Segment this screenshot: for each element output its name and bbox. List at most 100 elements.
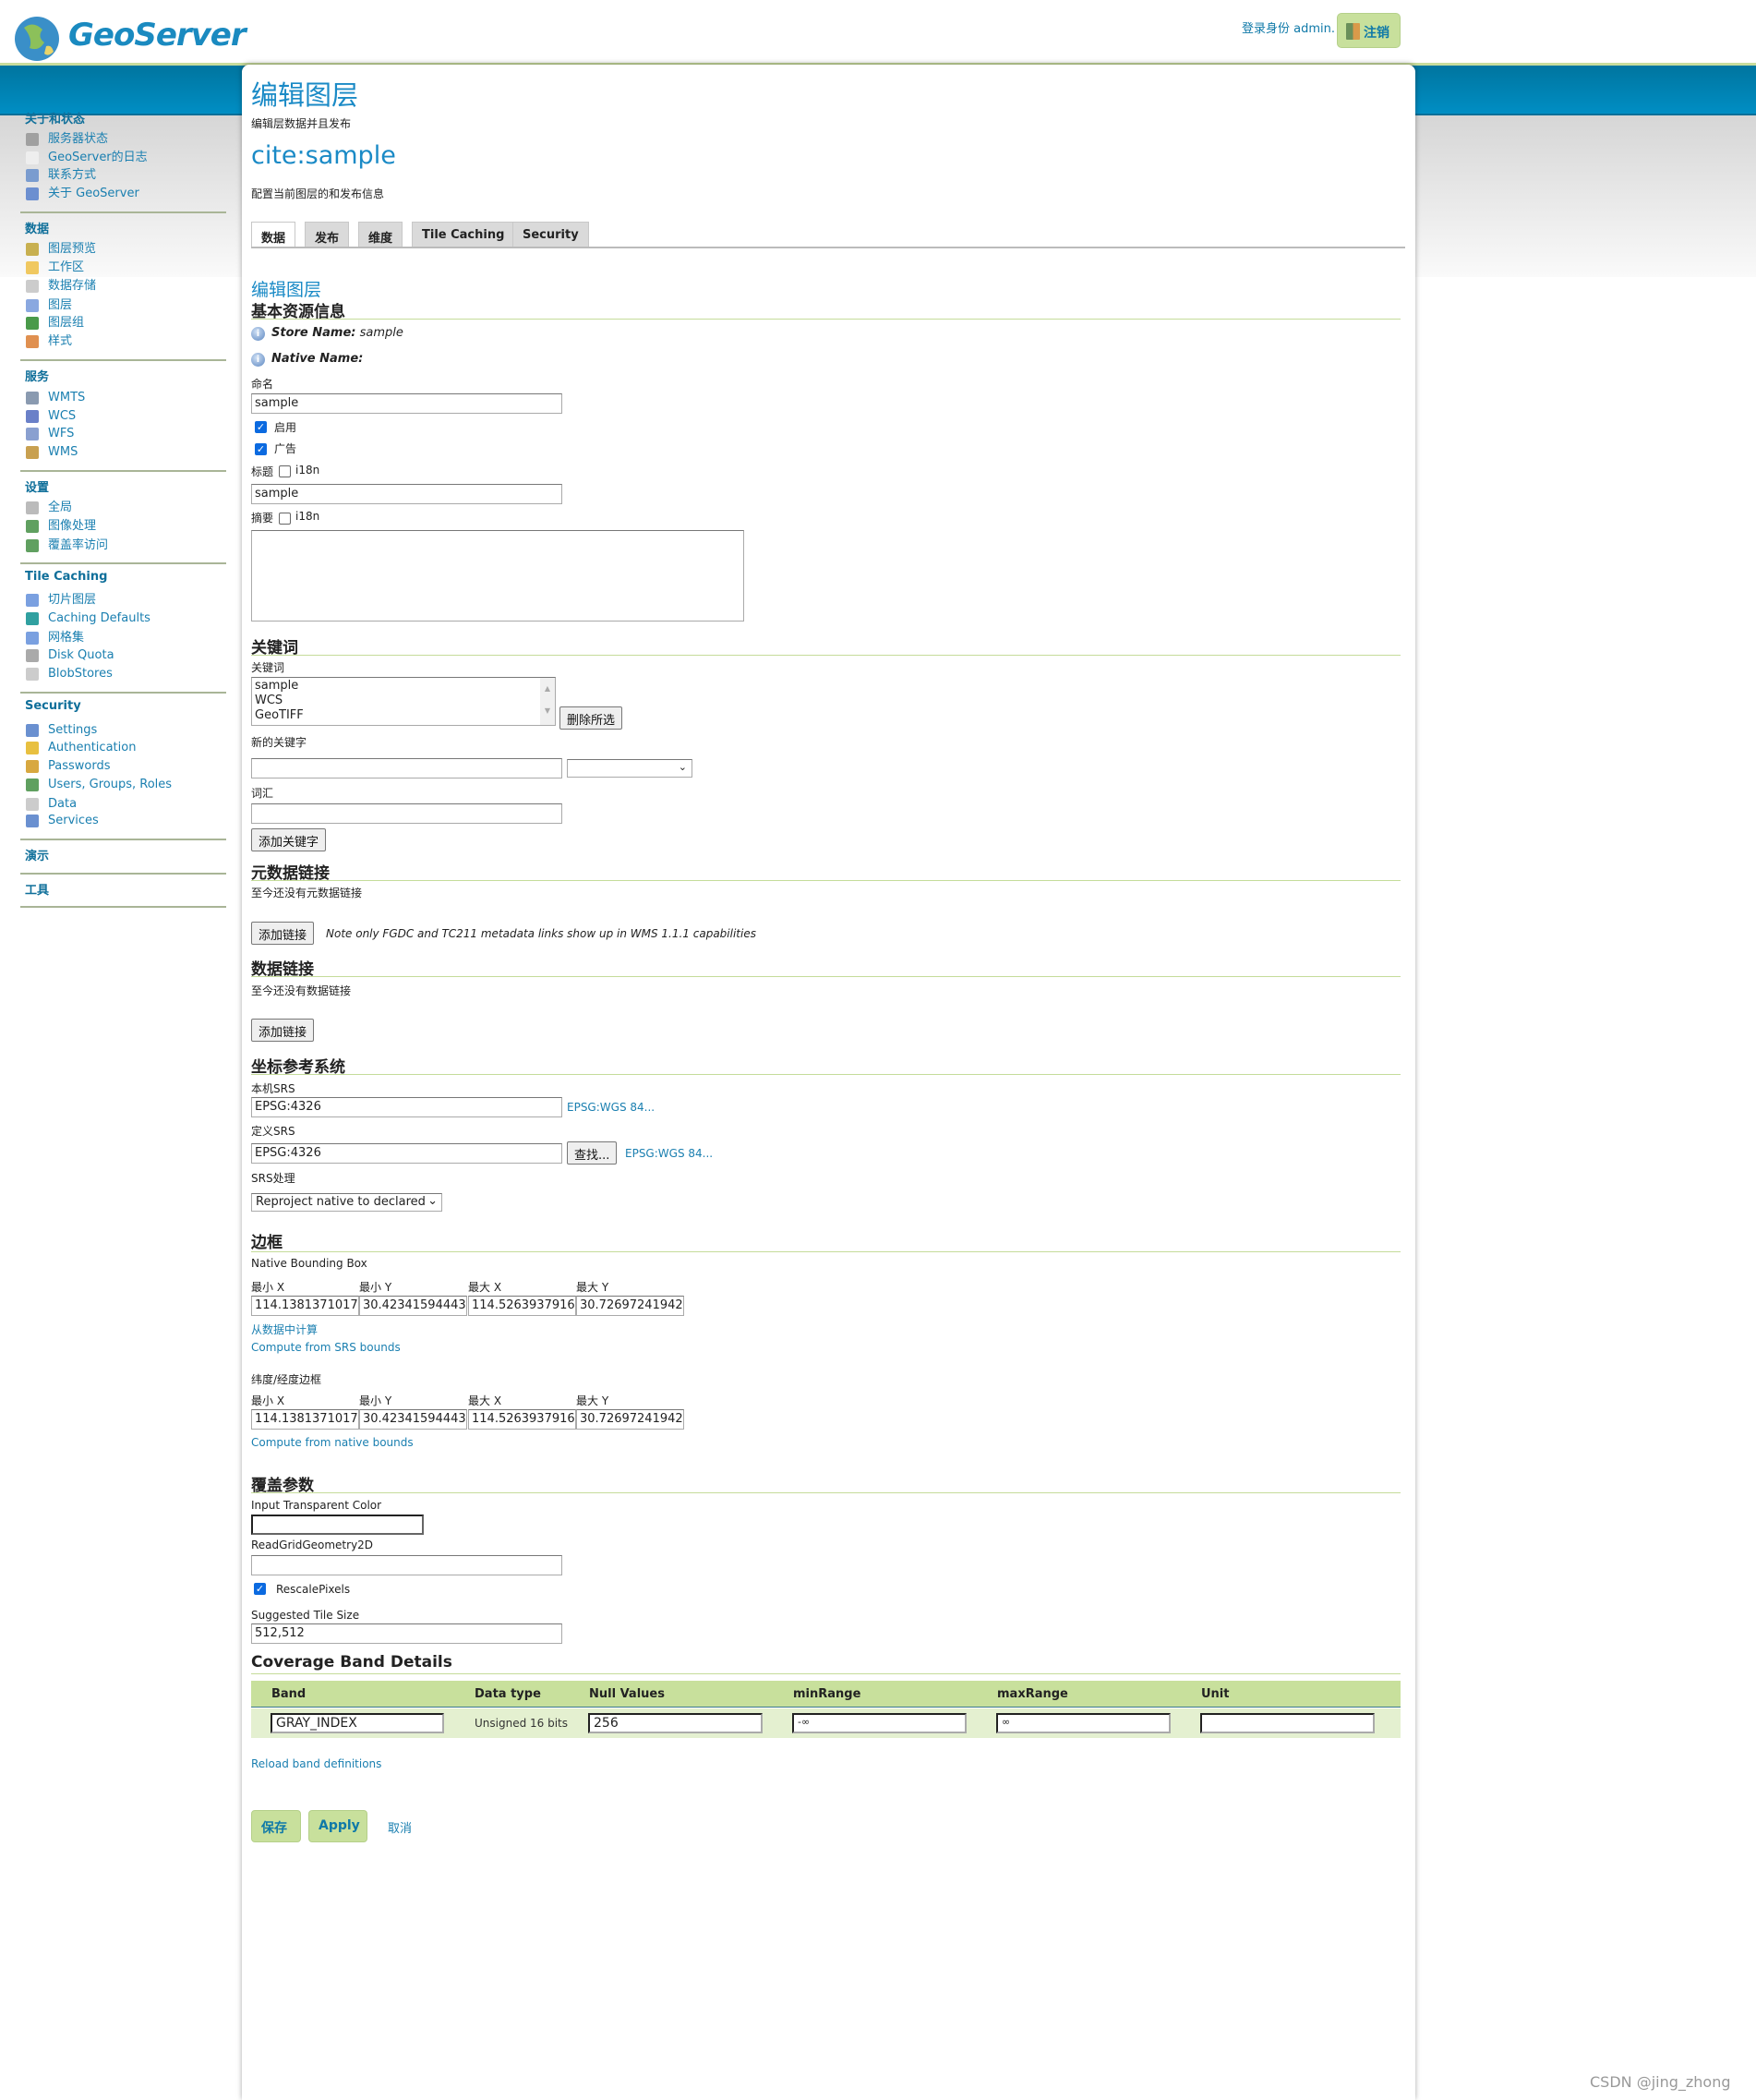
abstract-i18n-checkbox[interactable] (279, 513, 291, 525)
name-label: 命名 (251, 378, 274, 391)
top-header (0, 0, 1756, 63)
tab-security[interactable]: Security (512, 222, 589, 247)
sidebar-item[interactable]: 图像处理 (48, 519, 96, 534)
sidebar-item[interactable]: 工作区 (48, 260, 84, 275)
enabled-checkbox[interactable]: ✓ (255, 421, 267, 433)
band-name-input[interactable]: GRAY_INDEX (271, 1713, 444, 1733)
declared-srs-link[interactable]: EPSG:WGS 84... (625, 1147, 713, 1160)
native-srs-link[interactable]: EPSG:WGS 84... (567, 1101, 655, 1114)
sidebar-item-icon (26, 778, 39, 791)
sidebar-item[interactable]: WMTS (48, 391, 85, 405)
apply-button[interactable]: Apply (308, 1810, 367, 1842)
abstract-textarea[interactable] (251, 530, 744, 622)
tab-publishing[interactable]: 发布 (305, 222, 350, 247)
title-i18n-checkbox[interactable] (279, 465, 291, 477)
srs-handling-select[interactable]: Reproject native to declared ⌄ (251, 1193, 442, 1212)
sidebar-item[interactable]: 图层预览 (48, 242, 96, 257)
sidebar-item[interactable]: 数据存储 (48, 279, 96, 294)
cancel-link[interactable]: 取消 (388, 1818, 412, 1836)
sidebar-item[interactable]: 样式 (48, 334, 72, 349)
sidebar-item[interactable]: Authentication (48, 741, 136, 755)
logout-button[interactable]: 注销 (1337, 13, 1401, 48)
bbox-value-input[interactable]: 114.52639379166 (468, 1296, 576, 1316)
rescale-pixels-checkbox[interactable]: ✓ (254, 1583, 266, 1595)
language-select[interactable]: ⌄ (567, 759, 692, 778)
sidebar-item[interactable]: 关于 GeoServer (48, 187, 139, 201)
divider (251, 976, 1401, 977)
compute-from-srs-link[interactable]: Compute from SRS bounds (251, 1341, 401, 1354)
title-label: 标题 (251, 465, 274, 478)
sidebar-item[interactable]: Data (48, 797, 77, 812)
keyword-item[interactable]: sample (255, 679, 552, 694)
sidebar-item[interactable]: 覆盖率访问 (48, 538, 108, 553)
bbox-value-input[interactable]: 30.72697241942855 (576, 1409, 684, 1430)
declared-srs-input[interactable]: EPSG:4326 (251, 1143, 562, 1164)
bbox-value-input[interactable]: 30.72697241942855 (576, 1296, 684, 1316)
bbox-value-input[interactable]: 114.13813710173 (251, 1296, 359, 1316)
reload-bands-link[interactable]: Reload band definitions (251, 1757, 381, 1770)
bbox-value-input[interactable]: 114.52639379166 (468, 1409, 576, 1430)
sidebar-item[interactable]: Services (48, 814, 99, 828)
find-srs-button[interactable]: 查找... (567, 1141, 618, 1165)
null-value-input[interactable]: 256 (588, 1713, 763, 1733)
new-keyword-input[interactable] (251, 758, 562, 778)
readgridgeometry-input[interactable] (251, 1555, 562, 1575)
sidebar-item[interactable]: 图层组 (48, 316, 84, 331)
sidebar-item-icon (26, 280, 39, 293)
sidebar-item[interactable]: 切片图层 (48, 593, 96, 608)
max-range-input[interactable]: ∞ (996, 1713, 1171, 1733)
vocabulary-input[interactable] (251, 803, 562, 824)
sidebar-item[interactable]: Users, Groups, Roles (48, 778, 172, 792)
keyword-item[interactable]: WCS (255, 694, 552, 708)
sidebar-item[interactable]: Caching Defaults (48, 611, 150, 626)
tile-size-input[interactable]: 512,512 (251, 1623, 562, 1644)
store-name: Store Name: sample (271, 326, 403, 340)
sidebar-item[interactable]: 服务器状态 (48, 132, 108, 147)
sidebar-section-6[interactable]: 演示 (25, 846, 49, 863)
sidebar-item[interactable]: WCS (48, 409, 76, 424)
unit-input[interactable] (1200, 1713, 1375, 1733)
sidebar-item[interactable]: Settings (48, 723, 97, 738)
add-metadata-link-button[interactable]: 添加链接 (251, 922, 315, 945)
add-data-link-button[interactable]: 添加链接 (251, 1019, 315, 1042)
watermark: CSDN @jing_zhong (1590, 2073, 1731, 2091)
listbox-scrollbar[interactable]: ▲ ▼ (540, 678, 555, 725)
sidebar-item[interactable]: WMS (48, 445, 78, 460)
advertised-checkbox[interactable]: ✓ (255, 443, 267, 455)
min-range-input[interactable]: -∞ (792, 1713, 967, 1733)
bbox-value-input[interactable]: 30.42341594443195 (359, 1296, 467, 1316)
save-button[interactable]: 保存 (251, 1810, 301, 1842)
sidebar-item[interactable]: 全局 (48, 501, 72, 515)
compute-from-native-link[interactable]: Compute from native bounds (251, 1436, 414, 1449)
remove-selected-button[interactable]: 删除所选 (559, 706, 623, 730)
tab-tile-caching[interactable]: Tile Caching (412, 222, 515, 247)
sidebar-item[interactable]: 图层 (48, 298, 72, 313)
compute-from-data-link[interactable]: 从数据中计算 (251, 1322, 318, 1337)
sidebar-item[interactable]: 网格集 (48, 631, 84, 646)
tab-dimensions[interactable]: 维度 (358, 222, 403, 247)
sidebar-item[interactable]: GeoServer的日志 (48, 151, 148, 165)
sidebar-section-7[interactable]: 工具 (25, 880, 49, 898)
bbox-value-input[interactable]: 30.42341594443195 (359, 1409, 467, 1430)
native-srs-input[interactable]: EPSG:4326 (251, 1097, 562, 1117)
transparent-color-input[interactable] (251, 1515, 424, 1535)
title-input[interactable]: sample (251, 484, 562, 504)
column-min-range: minRange (793, 1687, 861, 1701)
sidebar-item[interactable]: Disk Quota (48, 648, 114, 663)
name-input[interactable]: sample (251, 393, 562, 414)
add-keyword-button[interactable]: 添加关键字 (251, 828, 327, 851)
sidebar-item[interactable]: WFS (48, 427, 74, 441)
divider (251, 880, 1401, 881)
info-icon: i (251, 353, 265, 367)
keywords-listbox[interactable]: sample WCS GeoTIFF ▲ ▼ (251, 677, 556, 726)
sidebar-item[interactable]: Passwords (48, 759, 111, 774)
column-max-range: maxRange (997, 1687, 1068, 1701)
sidebar-item[interactable]: BlobStores (48, 667, 113, 682)
keyword-item[interactable]: GeoTIFF (255, 708, 552, 723)
sidebar-divider (20, 839, 226, 840)
column-data-type: Data type (475, 1687, 541, 1701)
tab-data[interactable]: 数据 (251, 222, 296, 247)
bbox-value-input[interactable]: 114.13813710173 (251, 1409, 359, 1430)
page-subtitle: 编辑层数据并且发布 (251, 117, 352, 130)
sidebar-item[interactable]: 联系方式 (48, 168, 96, 183)
